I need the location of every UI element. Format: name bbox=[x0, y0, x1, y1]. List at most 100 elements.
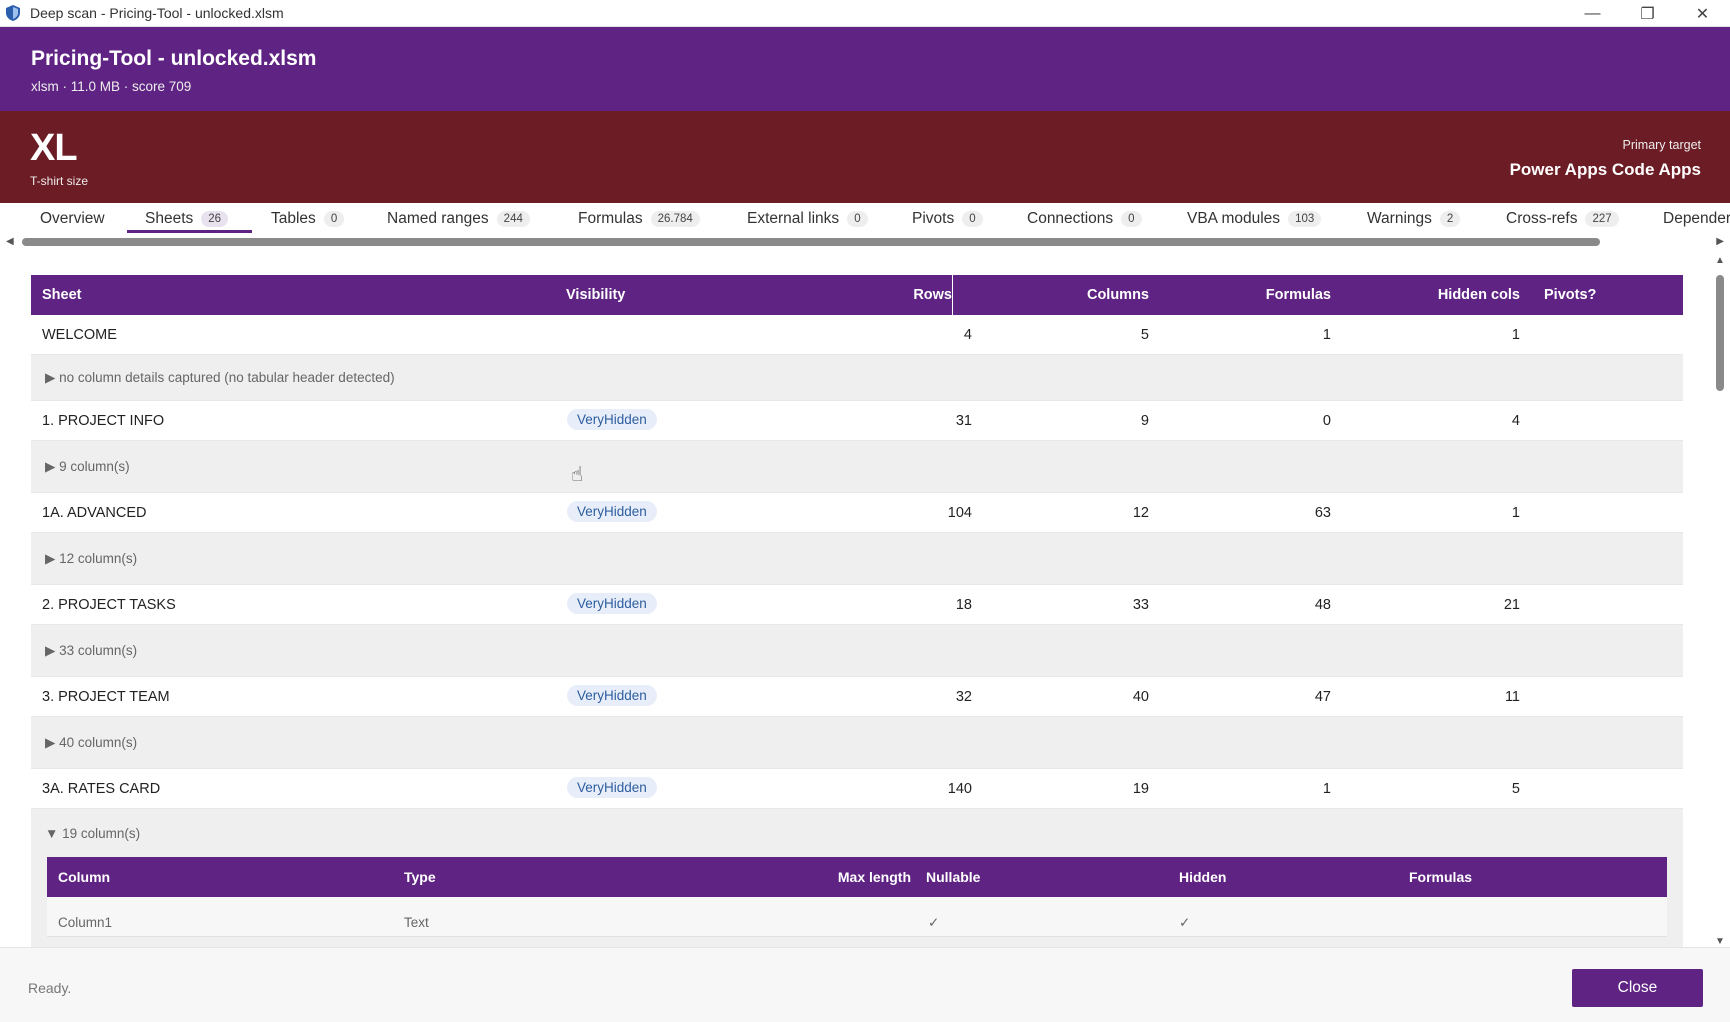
tab-overview[interactable]: Overview bbox=[40, 210, 105, 228]
column-name: Column1 bbox=[58, 915, 113, 930]
tab-connections[interactable]: Connections 0 bbox=[1027, 210, 1142, 228]
window-titlebar: Deep scan - Pricing-Tool - unlocked.xlsm… bbox=[0, 0, 1730, 27]
col-header-max-length[interactable]: Max length bbox=[838, 869, 911, 885]
sheets-table-header: Sheet Visibility Rows Columns Formulas H… bbox=[31, 275, 1683, 315]
col-header-hidden[interactable]: Hidden bbox=[1179, 869, 1226, 885]
table-row[interactable]: 1A. ADVANCED VeryHidden 104 12 63 1 bbox=[31, 493, 1683, 533]
size-band: XL T-shirt size Primary target Power App… bbox=[0, 111, 1730, 203]
column-row[interactable]: Column1 Text ✓ ✓ bbox=[47, 897, 1667, 937]
tab-warnings[interactable]: Warnings 2 bbox=[1367, 210, 1461, 228]
visibility-badge: VeryHidden bbox=[567, 685, 657, 706]
tab-count-badge: 0 bbox=[323, 211, 345, 227]
tab-label: Depender bbox=[1663, 210, 1730, 227]
tab-cross-refs[interactable]: Cross-refs 227 bbox=[1506, 210, 1619, 228]
tab-label: Warnings bbox=[1367, 210, 1432, 227]
detail-label: ▶ no column details captured (no tabular… bbox=[45, 370, 395, 385]
rows-count: 104 bbox=[947, 505, 972, 521]
detail-label: ▶ 12 column(s) bbox=[45, 551, 138, 566]
column-type: Text bbox=[404, 915, 429, 930]
tab-label: Cross-refs bbox=[1506, 210, 1578, 227]
col-header-columns[interactable]: Columns bbox=[1087, 287, 1149, 303]
tab-formulas[interactable]: Formulas 26.784 bbox=[578, 210, 700, 228]
tshirt-size-caption: T-shirt size bbox=[30, 174, 89, 188]
restore-button[interactable]: ❐ bbox=[1620, 0, 1675, 27]
tab-count-badge: 0 bbox=[1121, 211, 1142, 227]
columns-count: 33 bbox=[1132, 597, 1149, 613]
col-header-column[interactable]: Column bbox=[58, 869, 110, 885]
tab-label: Sheets bbox=[145, 210, 194, 227]
table-row[interactable]: WELCOME 4 5 1 1 bbox=[31, 315, 1683, 355]
col-header-sheet[interactable]: Sheet bbox=[42, 287, 82, 303]
vertical-scrollbar[interactable]: ▲ ▼ bbox=[1712, 255, 1730, 947]
dialog-footer: Ready. Close bbox=[0, 947, 1730, 1022]
col-header-pivots[interactable]: Pivots? bbox=[1544, 287, 1596, 303]
tab-label: Overview bbox=[40, 210, 105, 227]
formulas-count: 1 bbox=[1322, 781, 1331, 797]
row-detail-toggle[interactable]: ▶ 33 column(s) bbox=[31, 625, 1683, 677]
detail-label: ▶ 9 column(s) bbox=[45, 459, 130, 474]
hidden-cols-count: 1 bbox=[1511, 505, 1520, 521]
header-divider bbox=[952, 275, 953, 315]
tab-pivots[interactable]: Pivots 0 bbox=[912, 210, 983, 228]
visibility-badge: VeryHidden bbox=[567, 501, 657, 522]
vertical-scroll-thumb[interactable] bbox=[1716, 275, 1724, 391]
tab-label: Connections bbox=[1027, 210, 1114, 227]
minimize-button[interactable]: — bbox=[1565, 0, 1620, 27]
col-header-formulas[interactable]: Formulas bbox=[1266, 287, 1331, 303]
column-details-header: Column Type Max length Nullable Hidden F… bbox=[47, 857, 1667, 897]
sheet-name: 1. PROJECT INFO bbox=[42, 413, 165, 429]
tab-external-links[interactable]: External links 0 bbox=[747, 210, 868, 228]
hidden-cols-count: 1 bbox=[1511, 327, 1520, 343]
columns-count: 9 bbox=[1140, 413, 1149, 429]
primary-target-caption: Primary target bbox=[1622, 138, 1702, 152]
formulas-count: 48 bbox=[1314, 597, 1331, 613]
tab-sheets[interactable]: Sheets 26 bbox=[145, 210, 229, 228]
tab-tables[interactable]: Tables 0 bbox=[271, 210, 345, 228]
formulas-count: 1 bbox=[1322, 327, 1331, 343]
table-row[interactable]: 3A. RATES CARD VeryHidden 140 19 1 5 bbox=[31, 769, 1683, 809]
tab-named-ranges[interactable]: Named ranges 244 bbox=[387, 210, 530, 228]
hidden-cols-count: 11 bbox=[1504, 689, 1520, 705]
hidden-cols-count: 4 bbox=[1511, 413, 1520, 429]
table-row[interactable]: 1. PROJECT INFO VeryHidden 31 9 0 4 bbox=[31, 401, 1683, 441]
scroll-down-icon[interactable]: ▼ bbox=[1715, 936, 1725, 947]
col-header-hidden-cols[interactable]: Hidden cols bbox=[1438, 287, 1520, 303]
tab-count-badge: 0 bbox=[962, 211, 983, 227]
row-detail-toggle[interactable]: ▶ 12 column(s) bbox=[31, 533, 1683, 585]
col-header-type[interactable]: Type bbox=[404, 869, 436, 885]
detail-label: ▼ 19 column(s) bbox=[45, 826, 141, 841]
scroll-left-icon[interactable]: ◀ bbox=[6, 236, 14, 247]
sheet-name: 3A. RATES CARD bbox=[42, 781, 161, 797]
hidden-check-icon: ✓ bbox=[1179, 915, 1191, 930]
tab-scrollbar[interactable]: ◀ ▶ bbox=[0, 236, 1730, 248]
tab-label: VBA modules bbox=[1187, 210, 1281, 227]
tab-scroll-thumb[interactable] bbox=[22, 238, 1600, 246]
formulas-count: 0 bbox=[1322, 413, 1331, 429]
col-header-formulas[interactable]: Formulas bbox=[1409, 869, 1472, 885]
formulas-count: 47 bbox=[1314, 689, 1331, 705]
columns-count: 40 bbox=[1132, 689, 1149, 705]
tab-count-badge: 0 bbox=[847, 211, 868, 227]
close-button[interactable]: Close bbox=[1572, 969, 1703, 1007]
file-title: Pricing-Tool - unlocked.xlsm bbox=[31, 47, 317, 70]
tab-vba-modules[interactable]: VBA modules 103 bbox=[1187, 210, 1322, 228]
row-detail-expanded[interactable]: ▼ 19 column(s) Column Type Max length Nu… bbox=[31, 809, 1683, 947]
table-row[interactable]: 3. PROJECT TEAM VeryHidden 32 40 47 11 bbox=[31, 677, 1683, 717]
scroll-right-icon[interactable]: ▶ bbox=[1716, 236, 1724, 247]
tab-label: Pivots bbox=[912, 210, 955, 227]
col-header-visibility[interactable]: Visibility bbox=[566, 287, 625, 303]
tab-dependencies[interactable]: Depender bbox=[1663, 210, 1730, 228]
close-window-button[interactable]: ✕ bbox=[1675, 0, 1730, 27]
col-header-nullable[interactable]: Nullable bbox=[926, 869, 980, 885]
row-detail-toggle[interactable]: ▶ 40 column(s) bbox=[31, 717, 1683, 769]
table-row[interactable]: 2. PROJECT TASKS VeryHidden 18 33 48 21 bbox=[31, 585, 1683, 625]
row-detail-toggle[interactable]: ▶ 9 column(s) bbox=[31, 441, 1683, 493]
window-title: Deep scan - Pricing-Tool - unlocked.xlsm bbox=[30, 5, 284, 21]
scroll-up-icon[interactable]: ▲ bbox=[1715, 255, 1725, 266]
rows-count: 32 bbox=[955, 689, 972, 705]
tab-count-badge: 26.784 bbox=[650, 211, 700, 227]
sheet-name: WELCOME bbox=[42, 327, 117, 343]
row-detail-toggle[interactable]: ▶ no column details captured (no tabular… bbox=[31, 355, 1683, 401]
col-header-rows[interactable]: Rows bbox=[913, 287, 952, 303]
tab-label: Tables bbox=[271, 210, 316, 227]
